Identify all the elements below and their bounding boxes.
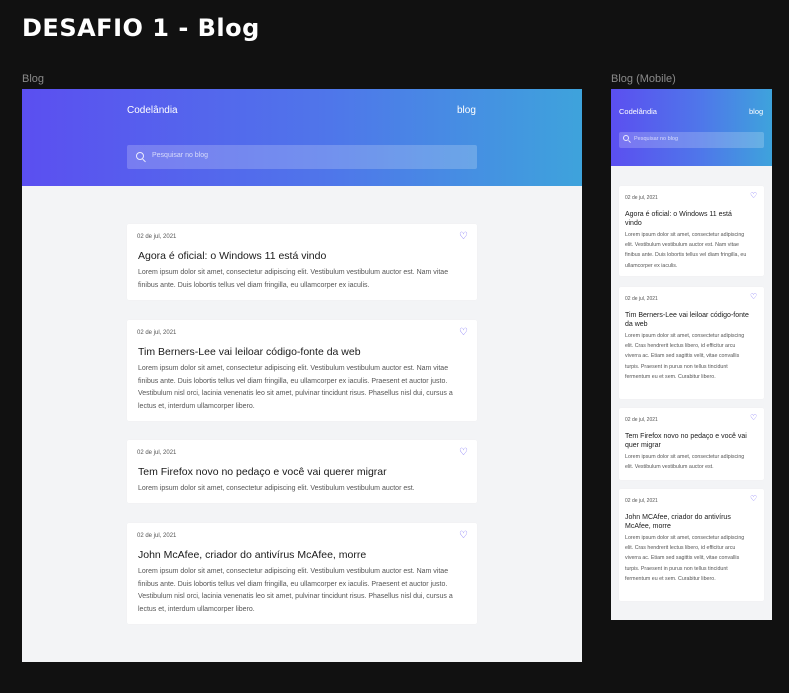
nav-link-blog[interactable]: blog <box>457 105 476 116</box>
post-date: 02 de jul, 2021 <box>137 234 177 240</box>
post-date: 02 de jul, 2021 <box>625 296 658 302</box>
search-input[interactable]: Pesquisar no blog <box>619 132 764 148</box>
post-date: 02 de jul, 2021 <box>137 533 177 539</box>
post-excerpt: Lorem ipsum dolor sit amet, consectetur … <box>138 365 453 410</box>
post-title[interactable]: Tem Firefox novo no pedaço e você vai qu… <box>625 432 750 450</box>
heart-icon[interactable]: ♡ <box>459 531 469 541</box>
post-title[interactable]: John McAfee, criador do antivírus McAfee… <box>138 549 366 561</box>
logo[interactable]: Codelândia <box>619 107 657 116</box>
post-card[interactable]: 02 de jul, 2021 ♡ John MCAfee, criador d… <box>619 489 764 601</box>
page-title: DESAFIO 1 - Blog <box>22 14 260 42</box>
header: Codelândia blog Pesquisar no blog <box>22 89 582 186</box>
post-card[interactable]: 02 de jul, 2021 ♡ Tim Berners-Lee vai le… <box>127 320 477 421</box>
post-excerpt: Lorem ipsum dolor sit amet, consectetur … <box>138 485 415 492</box>
search-icon <box>623 135 629 141</box>
post-card[interactable]: 02 de jul, 2021 ♡ Agora é oficial: o Win… <box>619 186 764 276</box>
mobile-header: Codelândia blog Pesquisar no blog <box>611 89 772 166</box>
heart-icon[interactable]: ♡ <box>750 495 758 503</box>
post-date: 02 de jul, 2021 <box>625 195 658 201</box>
desktop-frame-label: Blog <box>22 73 45 85</box>
search-icon <box>136 152 144 160</box>
post-date: 02 de jul, 2021 <box>137 330 177 336</box>
post-title[interactable]: John MCAfee, criador do antivírus McAfee… <box>625 513 750 531</box>
post-excerpt: Lorem ipsum dolor sit amet, consectetur … <box>138 568 453 613</box>
desktop-frame: Codelândia blog Pesquisar no blog 02 de … <box>22 89 582 662</box>
post-date: 02 de jul, 2021 <box>625 498 658 504</box>
post-date: 02 de jul, 2021 <box>137 450 177 456</box>
post-card[interactable]: 02 de jul, 2021 ♡ Agora é oficial: o Win… <box>127 224 477 300</box>
post-title[interactable]: Tim Berners-Lee vai leiloar código-fonte… <box>138 346 361 358</box>
post-card[interactable]: 02 de jul, 2021 ♡ John McAfee, criador d… <box>127 523 477 624</box>
mobile-frame-label: Blog (Mobile) <box>611 73 676 85</box>
post-excerpt: Lorem ipsum dolor sit amet, consectetur … <box>625 232 747 269</box>
heart-icon[interactable]: ♡ <box>459 328 469 338</box>
search-placeholder: Pesquisar no blog <box>152 152 209 159</box>
post-title[interactable]: Tim Berners-Lee vai leiloar código-fonte… <box>625 311 750 329</box>
post-title[interactable]: Agora é oficial: o Windows 11 está vindo <box>138 250 326 262</box>
post-excerpt: Lorem ipsum dolor sit amet, consectetur … <box>625 454 745 471</box>
post-title[interactable]: Agora é oficial: o Windows 11 está vindo <box>625 210 750 228</box>
post-excerpt: Lorem ipsum dolor sit amet, consectetur … <box>625 333 745 380</box>
post-date: 02 de jul, 2021 <box>625 417 658 423</box>
post-excerpt: Lorem ipsum dolor sit amet, consectetur … <box>138 269 449 289</box>
post-card[interactable]: 02 de jul, 2021 ♡ Tem Firefox novo no pe… <box>619 408 764 480</box>
post-title[interactable]: Tem Firefox novo no pedaço e você vai qu… <box>138 466 387 478</box>
search-placeholder: Pesquisar no blog <box>634 136 679 142</box>
heart-icon[interactable]: ♡ <box>750 293 758 301</box>
heart-icon[interactable]: ♡ <box>459 232 469 242</box>
post-excerpt: Lorem ipsum dolor sit amet, consectetur … <box>625 535 745 582</box>
post-card[interactable]: 02 de jul, 2021 ♡ Tem Firefox novo no pe… <box>127 440 477 503</box>
heart-icon[interactable]: ♡ <box>750 414 758 422</box>
post-card[interactable]: 02 de jul, 2021 ♡ Tim Berners-Lee vai le… <box>619 287 764 399</box>
search-input[interactable]: Pesquisar no blog <box>127 145 477 169</box>
heart-icon[interactable]: ♡ <box>750 192 758 200</box>
heart-icon[interactable]: ♡ <box>459 448 469 458</box>
logo[interactable]: Codelândia <box>127 105 178 116</box>
nav-link-blog[interactable]: blog <box>749 107 763 116</box>
mobile-frame: Codelândia blog Pesquisar no blog 02 de … <box>611 89 772 620</box>
